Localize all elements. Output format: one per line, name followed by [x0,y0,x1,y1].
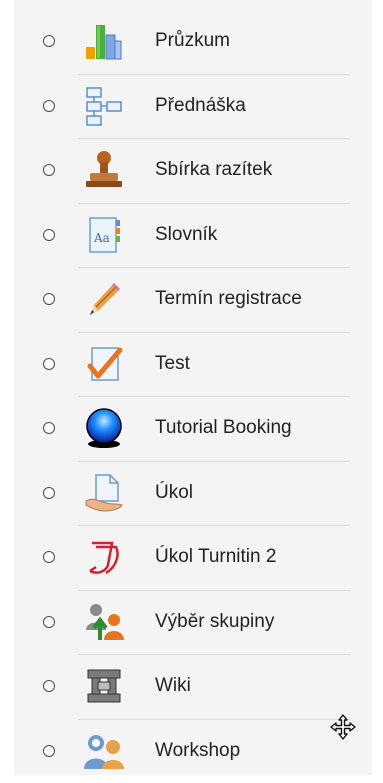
radio-button[interactable] [43,100,55,112]
svg-text:Aa: Aa [93,231,110,245]
workshop-people-icon [82,729,126,773]
lesson-flow-icon [82,84,126,128]
radio-button[interactable] [43,293,55,305]
activity-label: Výběr skupiny [155,611,274,633]
activity-option-termin-registrace[interactable]: Termín registrace [14,267,372,332]
radio-button[interactable] [43,680,55,692]
activity-label: Tutorial Booking [155,417,292,439]
radio-button[interactable] [43,745,55,757]
radio-button[interactable] [43,616,55,628]
activity-option-wiki[interactable]: Wiki [14,654,372,719]
assignment-hand-icon [82,471,126,515]
activity-label: Sbírka razítek [155,159,272,181]
activity-label: Termín registrace [155,288,302,310]
activity-option-ukol-turnitin-2[interactable]: Úkol Turnitin 2 [14,525,372,590]
activity-option-slovnik[interactable]: Aa Slovník [14,203,372,268]
activity-chooser-list-panel: Průzkum Přednáška [14,0,372,775]
activity-option-pruzkum[interactable]: Průzkum [14,9,372,74]
activity-label: Přednáška [155,95,246,117]
radio-button[interactable] [43,358,55,370]
group-choice-icon [82,600,126,644]
activity-option-ukol[interactable]: Úkol [14,461,372,526]
activity-label: Workshop [155,740,240,762]
blue-sphere-icon [82,406,126,450]
radio-button[interactable] [43,551,55,563]
activity-label: Test [155,353,190,375]
wiki-icon [82,664,126,708]
activity-option-test[interactable]: Test [14,332,372,397]
activity-option-tutorial-booking[interactable]: Tutorial Booking [14,396,372,461]
activity-option-prednaska[interactable]: Přednáška [14,74,372,139]
radio-button[interactable] [43,487,55,499]
radio-button[interactable] [43,164,55,176]
stamp-icon [82,148,126,192]
activity-label: Úkol Turnitin 2 [155,546,276,568]
quiz-check-icon [82,342,126,386]
activity-label: Úkol [155,482,193,504]
activity-option-sbirka-razitek[interactable]: Sbírka razítek [14,138,372,203]
turnitin-icon [82,535,126,579]
radio-button[interactable] [43,35,55,47]
activity-label: Průzkum [155,30,230,52]
pencil-icon [82,277,126,321]
radio-button[interactable] [43,422,55,434]
glossary-icon: Aa [82,213,126,257]
move-icon[interactable] [329,713,357,741]
survey-chart-icon [82,19,126,63]
activity-option-workshop[interactable]: Workshop [14,719,372,783]
radio-button[interactable] [43,229,55,241]
activity-option-vyber-skupiny[interactable]: Výběr skupiny [14,590,372,655]
activity-label: Wiki [155,675,191,697]
activity-label: Slovník [155,224,217,246]
activity-list: Průzkum Přednáška [14,9,372,783]
